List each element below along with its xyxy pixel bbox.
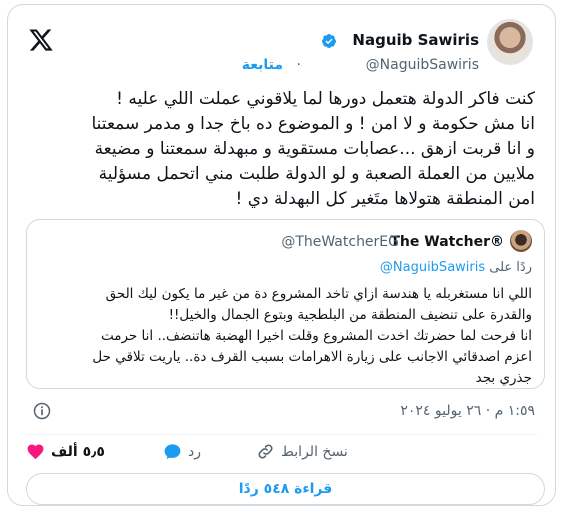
reply-icon [164,444,181,460]
reply-to-handle[interactable]: @NaguibSawiris [380,260,485,275]
quoted-author-handle: @TheWatcherEG [281,234,399,250]
link-icon [258,444,273,459]
verified-badge-icon [321,34,336,48]
author-avatar[interactable] [487,19,533,65]
reply-action[interactable]: رد [163,442,201,461]
like-action[interactable]: ٥٫٥ ألف [26,442,105,461]
like-count: ٥٫٥ ألف [51,443,105,460]
x-logo-icon[interactable] [28,27,54,53]
author-handle[interactable]: @NaguibSawiris [366,57,479,73]
copy-link-action[interactable]: نسخ الرابط [256,442,348,461]
author-name[interactable]: Naguib Sawiris [352,31,479,49]
quoted-text: اللي انا مستغربله يا هندسة ازاي تاخد الم… [92,286,532,386]
quoted-author-avatar [510,230,532,252]
tweet-card: Naguib Sawiris @NaguibSawiris · متابعة ك… [7,4,556,506]
divider [26,434,537,435]
read-replies-button[interactable]: قراءة ٥٤٨ ردًا [26,473,545,505]
copy-link-label: نسخ الرابط [281,443,348,460]
quoted-reply-context: ردًا على @NaguibSawiris [380,260,532,275]
separator-dot: · [296,57,301,73]
info-icon[interactable] [32,401,52,421]
heart-icon [27,444,44,460]
action-bar: ٥٫٥ ألف رد نسخ الرابط [26,442,537,466]
tweet-text: كنت فاكر الدولة هتعمل دورها لما يلاقوني … [91,89,536,209]
quoted-author-name: The Watcher® [390,234,504,250]
follow-button[interactable]: متابعة [242,57,283,73]
quoted-tweet[interactable]: The Watcher® @TheWatcherEG ردًا على @Nag… [26,219,545,389]
reply-label: رد [188,443,201,460]
tweet-timestamp[interactable]: ١:٥٩ م · ٢٦ يوليو ٢٠٢٤ [400,403,535,419]
reply-prefix: ردًا على [489,260,532,275]
